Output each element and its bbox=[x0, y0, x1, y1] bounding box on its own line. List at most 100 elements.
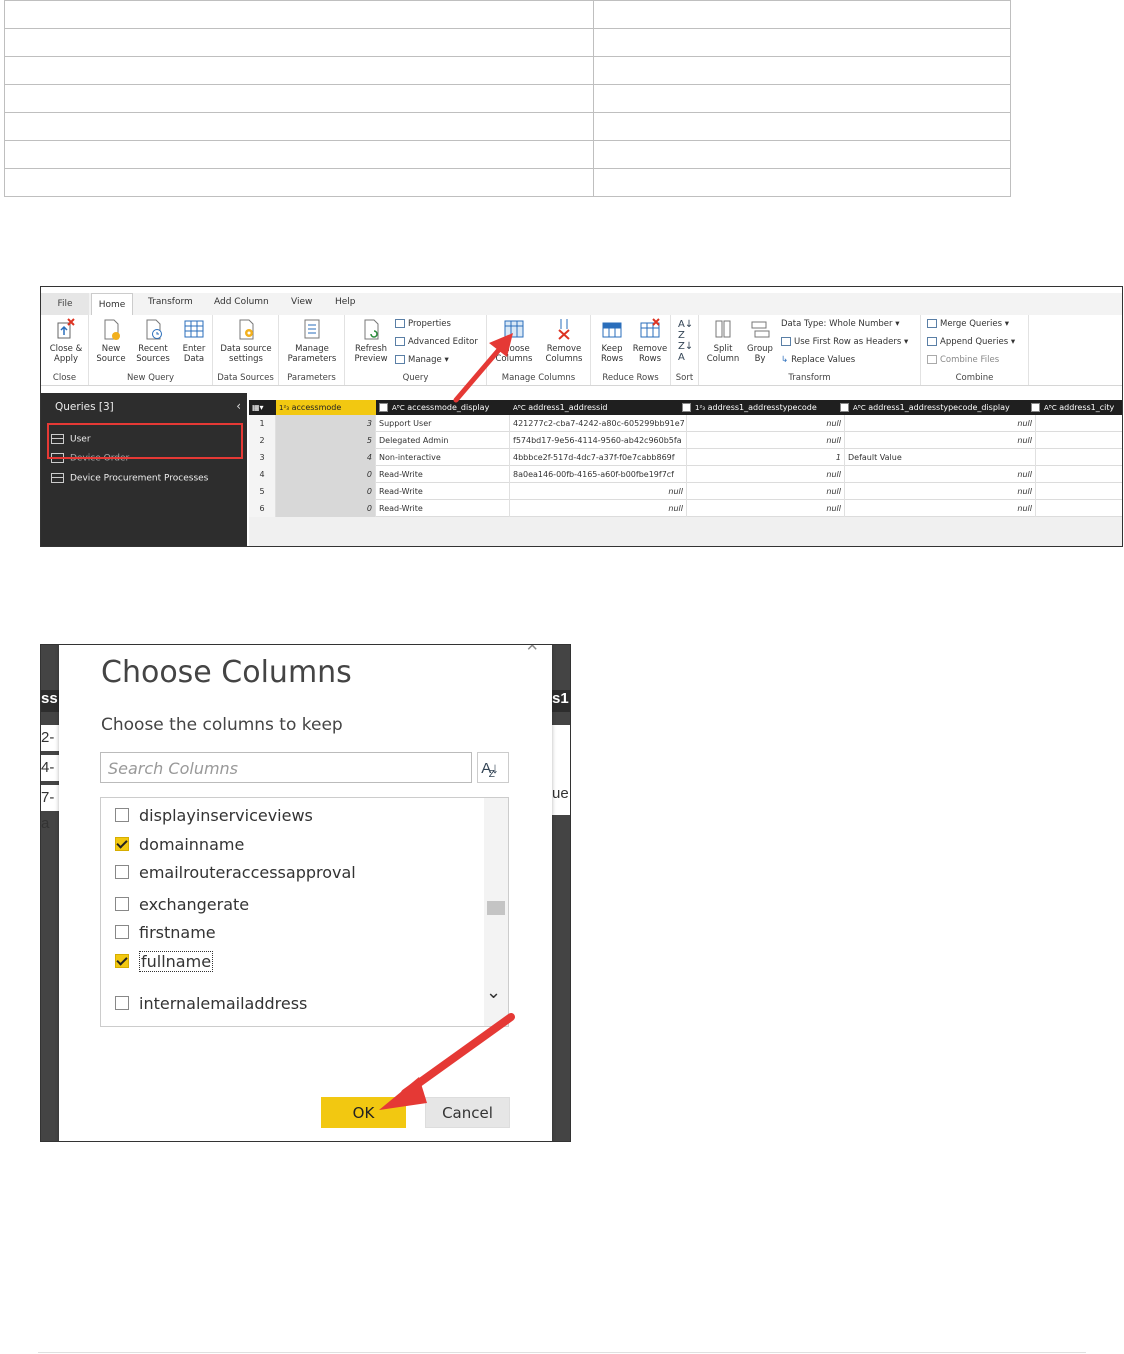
properties-icon bbox=[395, 319, 405, 328]
list-item[interactable]: exchangerate bbox=[115, 895, 249, 914]
tab-home[interactable]: Home bbox=[91, 293, 133, 315]
merge-queries-icon bbox=[927, 319, 937, 328]
append-queries-button[interactable]: Append Queries ▾ bbox=[927, 337, 1015, 347]
table-row bbox=[4, 168, 1011, 197]
advanced-editor-button[interactable]: Advanced Editor bbox=[395, 337, 478, 347]
keep-rows-icon bbox=[602, 322, 622, 338]
group-sort: A↓ Z Z↓ A Sort bbox=[671, 315, 699, 385]
checkbox[interactable] bbox=[115, 896, 129, 911]
table-row bbox=[4, 112, 1011, 141]
column-header-address1-city[interactable]: AᴮC address1_city bbox=[1031, 400, 1122, 415]
column-header-accessmode[interactable]: 1²₃ accessmode bbox=[276, 400, 376, 415]
column-list: ⋯ displayinserviceviews domainname email… bbox=[100, 797, 509, 1027]
replace-values-button[interactable]: ↳ Replace Values bbox=[781, 355, 855, 365]
new-source-button[interactable]: New Source bbox=[93, 317, 129, 364]
column-header-address1-addressid[interactable]: AᴮC address1_addressid bbox=[510, 400, 687, 415]
column-header-accessmode-display[interactable]: AᴮC accessmode_display bbox=[376, 400, 510, 415]
checkbox[interactable] bbox=[115, 995, 129, 1010]
choose-columns-button[interactable]: Choose Columns bbox=[489, 317, 539, 364]
checkbox[interactable] bbox=[115, 953, 129, 968]
merge-queries-button[interactable]: Merge Queries ▾ bbox=[927, 319, 1009, 329]
list-item[interactable]: domainname bbox=[115, 835, 244, 854]
combine-files-button[interactable]: Combine Files bbox=[927, 355, 999, 365]
list-item[interactable]: firstname bbox=[115, 923, 216, 942]
divider bbox=[38, 1352, 1086, 1353]
new-source-icon bbox=[104, 319, 120, 340]
group-reduce-rows: Keep Rows Remove Rows Reduce Rows bbox=[591, 315, 671, 385]
remove-rows-button[interactable]: Remove Rows bbox=[631, 317, 669, 364]
checkbox[interactable] bbox=[115, 807, 129, 822]
replace-values-icon: ↳ bbox=[781, 355, 789, 365]
queries-pane: Queries [3] ‹ User Device Order Device P… bbox=[41, 393, 247, 546]
cancel-button[interactable]: Cancel bbox=[425, 1097, 510, 1128]
table-row: 6 0 Read-Write null null null bbox=[249, 500, 1122, 517]
column-header-address1-addresstypecode[interactable]: 1²₃ address1_addresstypecode bbox=[682, 400, 845, 415]
group-parameters: Manage Parameters Parameters bbox=[279, 315, 345, 385]
enter-data-button[interactable]: Enter Data bbox=[177, 317, 211, 364]
checkbox[interactable] bbox=[115, 836, 129, 851]
sort-az-icon[interactable]: A↓Z bbox=[477, 752, 509, 783]
properties-button[interactable]: Properties bbox=[395, 319, 451, 329]
filter-dropdown-icon[interactable] bbox=[1031, 403, 1040, 412]
filter-dropdown-icon[interactable] bbox=[379, 403, 388, 412]
collapse-chevron-icon[interactable]: ‹ bbox=[236, 399, 241, 413]
checkbox[interactable] bbox=[115, 864, 129, 879]
table-row bbox=[4, 56, 1011, 85]
group-manage-columns: Choose Columns Remove Columns Manage Col… bbox=[487, 315, 591, 385]
chevron-down-icon[interactable]: ⌄ bbox=[486, 982, 501, 1003]
ok-button[interactable]: OK bbox=[321, 1097, 406, 1128]
sort-ascending-icon[interactable]: A↓ Z bbox=[678, 319, 693, 341]
list-item[interactable]: internalemailaddress bbox=[115, 994, 307, 1013]
group-query: Refresh Preview Properties Advanced Edit… bbox=[345, 315, 487, 385]
tab-file[interactable]: File bbox=[41, 293, 89, 315]
filter-dropdown-icon[interactable] bbox=[682, 403, 691, 412]
table-row: 2 5 Delegated Admin f574bd17-9e56-4114-9… bbox=[249, 432, 1122, 449]
power-query-editor-screenshot: File Home Transform Add Column View Help… bbox=[40, 286, 1123, 547]
remove-rows-icon bbox=[640, 318, 660, 338]
split-column-button[interactable]: Split Column bbox=[703, 317, 743, 364]
refresh-icon bbox=[364, 319, 379, 340]
scrollbar-thumb[interactable] bbox=[487, 901, 505, 915]
data-type-dropdown[interactable]: Data Type: Whole Number ▾ bbox=[781, 319, 900, 329]
manage-button[interactable]: Manage ▾ bbox=[395, 355, 449, 365]
scrollbar[interactable]: ⌄ bbox=[484, 798, 508, 1026]
close-apply-icon bbox=[57, 318, 75, 339]
column-header-address1-addresstypecode-display[interactable]: AᴮC address1_addresstypecode_display bbox=[840, 400, 1036, 415]
empty-table bbox=[4, 0, 1011, 197]
close-icon[interactable]: × bbox=[526, 645, 538, 658]
sort-descending-icon[interactable]: Z↓ A bbox=[678, 341, 693, 363]
query-item-device-procurement-processes[interactable]: Device Procurement Processes bbox=[51, 473, 208, 484]
manage-parameters-button[interactable]: Manage Parameters bbox=[282, 317, 342, 364]
recent-sources-button[interactable]: Recent Sources bbox=[133, 317, 173, 364]
close-apply-button[interactable]: Close & Apply bbox=[47, 317, 85, 364]
group-combine: Merge Queries ▾ Append Queries ▾ Combine… bbox=[921, 315, 1029, 385]
keep-rows-button[interactable]: Keep Rows bbox=[594, 317, 630, 364]
search-input[interactable]: Search Columns bbox=[100, 752, 472, 783]
data-source-settings-button[interactable]: Data source settings bbox=[217, 317, 275, 364]
group-by-button[interactable]: Group By bbox=[745, 317, 775, 364]
tab-transform[interactable]: Transform bbox=[148, 297, 193, 307]
checkbox[interactable] bbox=[115, 924, 129, 939]
group-transform: Split Column Group By Data Type: Whole N… bbox=[699, 315, 921, 385]
table-menu-icon[interactable]: ▦▾ bbox=[249, 400, 276, 415]
table-row: 3 4 Non-interactive 4bbbce2f-517d-4dc7-a… bbox=[249, 449, 1122, 466]
manage-icon bbox=[395, 355, 405, 364]
list-item[interactable]: displayinserviceviews bbox=[115, 806, 313, 825]
group-data-sources: Data source settings Data Sources bbox=[213, 315, 279, 385]
remove-columns-button[interactable]: Remove Columns bbox=[539, 317, 589, 364]
table-row: 1 3 Support User 421277c2-cba7-4242-a80c… bbox=[249, 415, 1122, 432]
table-row bbox=[4, 0, 1011, 29]
tab-view[interactable]: View bbox=[291, 297, 312, 307]
tab-add-column[interactable]: Add Column bbox=[214, 297, 269, 307]
choose-columns-screenshot: ss 2-a 4-9 7-a s1 ue × Choose Columns Ch… bbox=[40, 644, 571, 1142]
list-item[interactable]: emailrouteraccessapproval bbox=[115, 863, 356, 882]
filter-dropdown-icon[interactable] bbox=[840, 403, 849, 412]
tab-help[interactable]: Help bbox=[335, 297, 356, 307]
table-row bbox=[4, 28, 1011, 57]
use-first-row-as-headers-button[interactable]: Use First Row as Headers ▾ bbox=[781, 337, 908, 347]
list-item[interactable]: fullname bbox=[115, 951, 214, 972]
refresh-preview-button[interactable]: Refresh Preview bbox=[349, 317, 393, 364]
parameters-icon bbox=[304, 319, 320, 339]
table-icon bbox=[51, 473, 64, 483]
remove-columns-icon bbox=[558, 319, 570, 340]
